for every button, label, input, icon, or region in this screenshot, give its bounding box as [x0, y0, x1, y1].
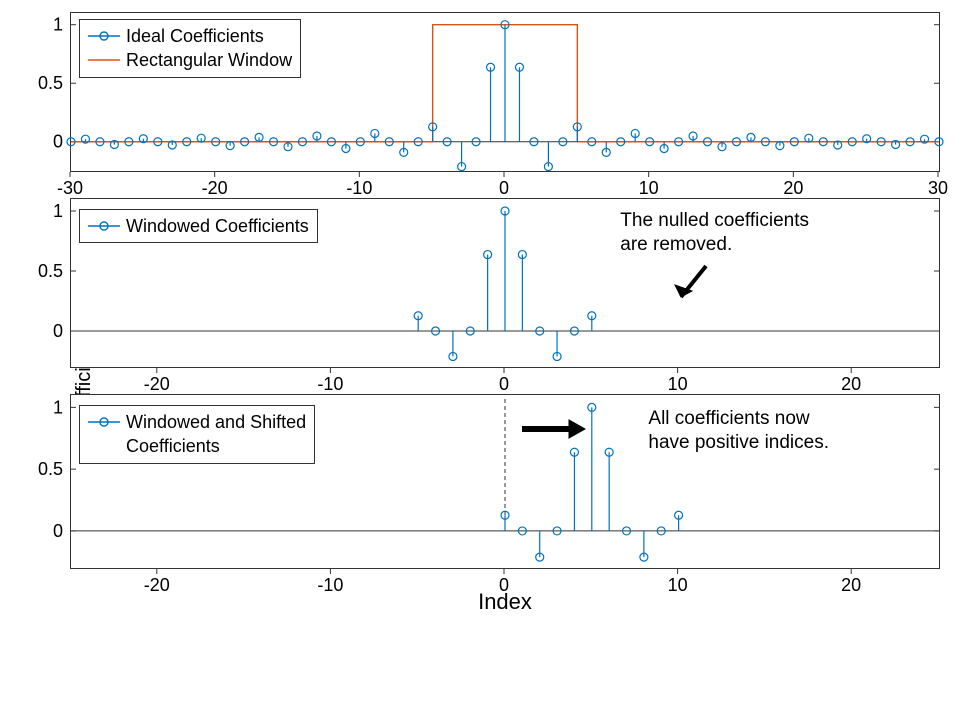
svg-text:0.5: 0.5 — [38, 261, 63, 281]
svg-text:1: 1 — [53, 201, 63, 221]
svg-text:20: 20 — [841, 374, 861, 394]
svg-text:-10: -10 — [317, 575, 343, 595]
svg-text:0: 0 — [53, 132, 63, 152]
svg-text:-20: -20 — [144, 374, 170, 394]
plot-2-windowed: 00.51 Windowed Coefficients The nulled c… — [70, 198, 940, 368]
svg-text:-10: -10 — [317, 374, 343, 394]
svg-text:-20: -20 — [202, 178, 228, 198]
legend-shifted-1: Windowed and Shifted — [126, 410, 306, 434]
svg-text:0: 0 — [499, 178, 509, 198]
svg-text:-10: -10 — [346, 178, 372, 198]
svg-text:-30: -30 — [57, 178, 83, 198]
legend-p3: Windowed and Shifted Coefficients — [79, 405, 315, 464]
svg-text:0: 0 — [53, 521, 63, 541]
arrow-down-icon — [666, 261, 716, 311]
svg-text:0: 0 — [499, 374, 509, 394]
legend-windowed: Windowed Coefficients — [126, 214, 309, 238]
legend-window: Rectangular Window — [126, 48, 292, 72]
arrow-right-icon — [519, 417, 589, 441]
svg-text:20: 20 — [841, 575, 861, 595]
svg-text:1: 1 — [53, 15, 63, 35]
svg-text:1: 1 — [53, 397, 63, 417]
svg-text:20: 20 — [783, 178, 803, 198]
plot-3-shifted: 00.51 Windowed and Shifted Coefficients … — [70, 394, 940, 569]
legend-p1: Ideal Coefficients Rectangular Window — [79, 19, 301, 78]
annotation-nulled: The nulled coefficients are removed. — [620, 209, 809, 257]
annotation-positive: All coefficients now have positive indic… — [648, 407, 829, 455]
plot-1-ideal: 00.51 Ideal Coefficients Rectangular Win… — [70, 12, 940, 172]
legend-shifted-2: Coefficients — [126, 434, 220, 458]
svg-text:0: 0 — [53, 321, 63, 341]
svg-text:10: 10 — [668, 374, 688, 394]
legend-ideal: Ideal Coefficients — [126, 24, 264, 48]
svg-text:-20: -20 — [144, 575, 170, 595]
svg-text:0.5: 0.5 — [38, 73, 63, 93]
svg-text:10: 10 — [639, 178, 659, 198]
svg-text:10: 10 — [668, 575, 688, 595]
x-axis-label: Index — [70, 589, 940, 615]
svg-text:30: 30 — [928, 178, 948, 198]
svg-text:0.5: 0.5 — [38, 459, 63, 479]
legend-p2: Windowed Coefficients — [79, 209, 318, 243]
